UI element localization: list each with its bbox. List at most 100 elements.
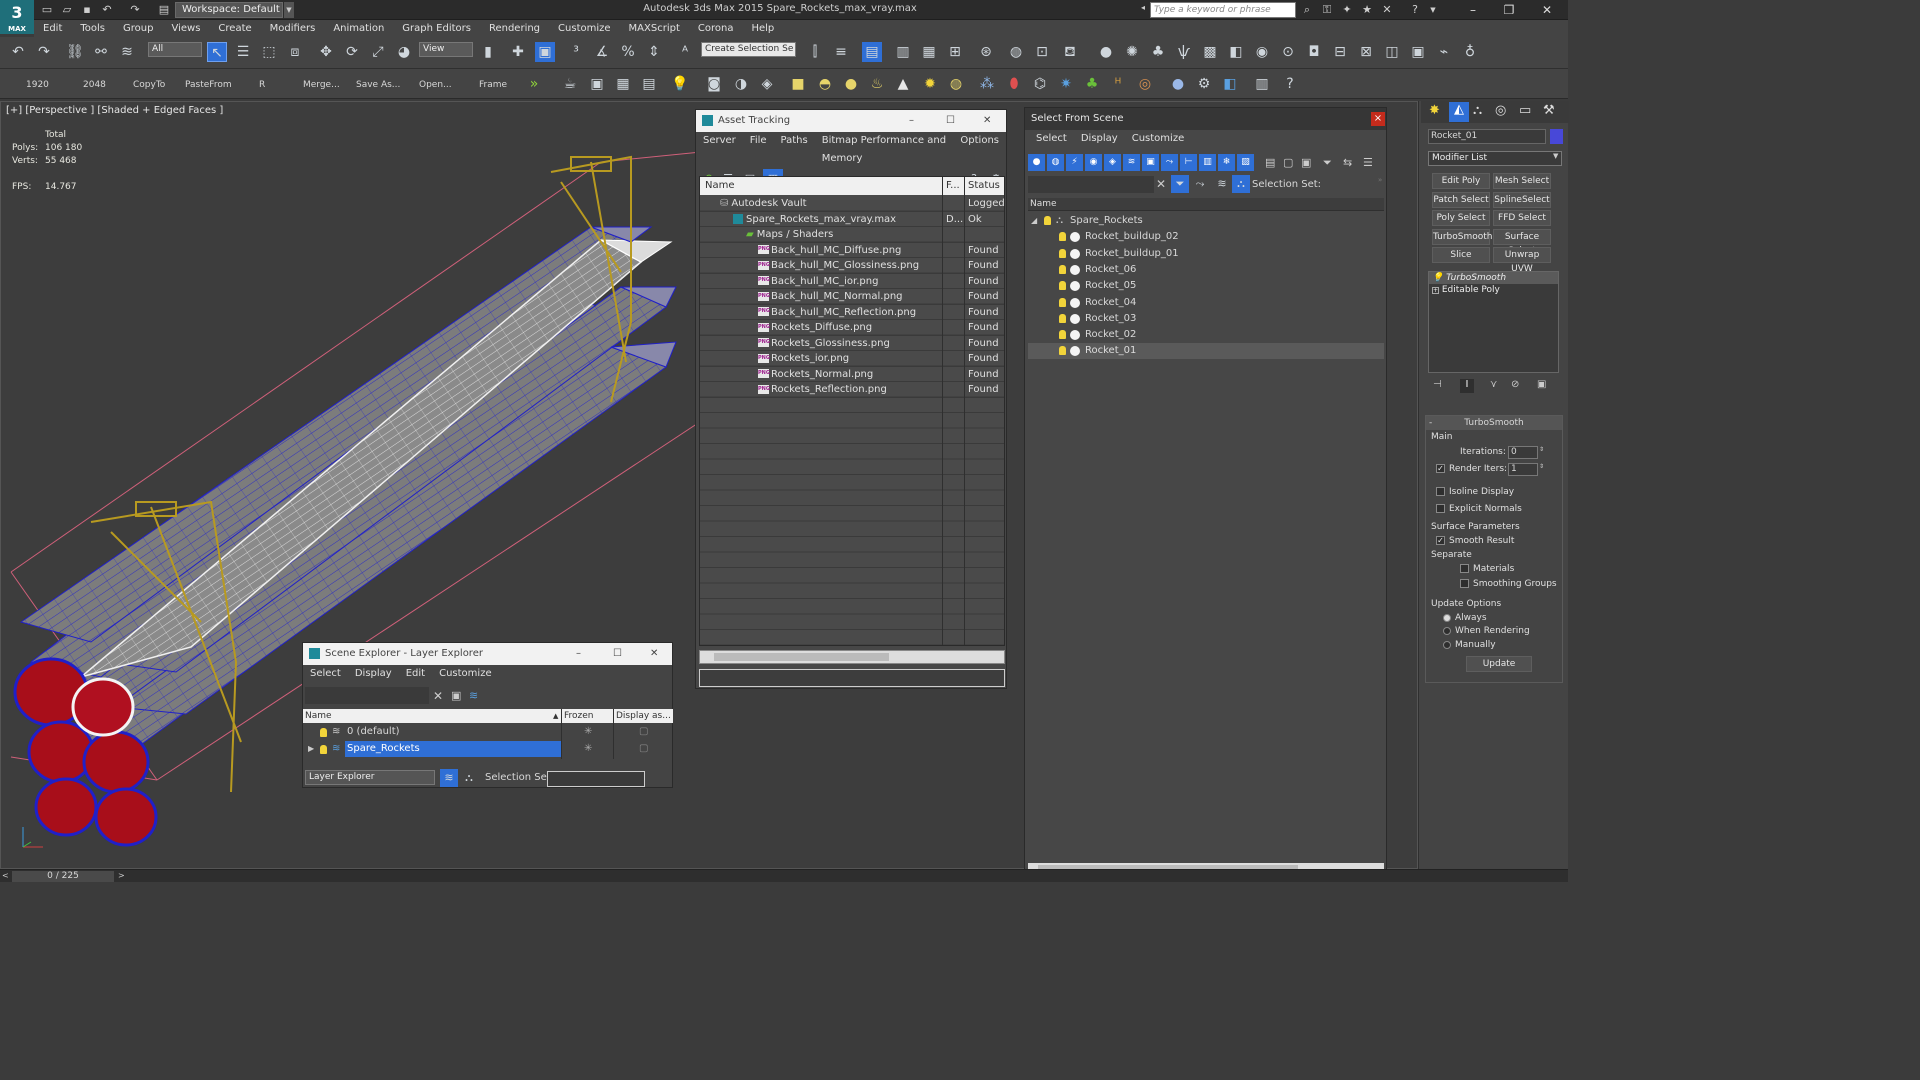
edit-named-selection-icon[interactable]: ᴬ (675, 42, 695, 62)
paste-from-button[interactable]: PasteFrom (185, 80, 232, 90)
iterations-spinner-arrows-icon[interactable]: ⇕ (1539, 446, 1544, 453)
hair-fur-icon[interactable]: ᴴ (1108, 74, 1128, 94)
asset-close-button[interactable]: ✕ (983, 110, 991, 132)
modifier-list-dropdown[interactable]: Modifier List (1428, 151, 1562, 166)
scene-tree-row[interactable]: Rocket_buildup_02 (1028, 229, 1384, 245)
vray-plane-icon[interactable]: ◧ (1226, 42, 1246, 62)
asset-path-field[interactable] (699, 669, 1005, 687)
modifier-button-ffd-select[interactable]: FFD Select (1493, 210, 1551, 226)
asset-row[interactable]: PNGBack_hull_MC_Glossiness.png Found (700, 258, 1004, 274)
filter-cameras-icon[interactable]: ◉ (1085, 154, 1102, 171)
keyboard-shortcut-override-icon[interactable]: ▣ (535, 42, 555, 62)
curve-editor-icon[interactable]: ⊞ (945, 42, 965, 62)
communication-icon[interactable]: ✦ (1340, 3, 1354, 17)
copy-to-button[interactable]: CopyTo (133, 80, 165, 90)
render-iters-checkbox[interactable]: ✓ (1436, 464, 1445, 473)
spinner-snap-icon[interactable]: ⇕ (644, 42, 664, 62)
vray-mesh-export-icon[interactable]: ⊟ (1330, 42, 1350, 62)
stack-item-editable-poly[interactable]: + Editable Poly (1429, 284, 1558, 296)
scene-tree-row[interactable]: Rocket_01 (1028, 343, 1384, 360)
render-iters-spinner-arrows-icon[interactable]: ⇕ (1539, 463, 1544, 470)
scene-search-input[interactable] (305, 687, 429, 704)
material-editor-icon[interactable]: ◍ (1006, 42, 1026, 62)
visibility-bulb-icon[interactable] (1044, 216, 1051, 225)
menu-tools[interactable]: Tools (71, 20, 114, 37)
modifier-button-patch-select[interactable]: Patch Select (1432, 191, 1490, 208)
layer-column-display[interactable]: Display as... (616, 709, 671, 723)
snapshot-icon[interactable]: ◙ (704, 74, 724, 94)
layer-visibility-bulb-icon[interactable] (320, 728, 327, 737)
sort-up-icon[interactable]: ▲ (553, 709, 558, 723)
viewport-label[interactable]: [+] [Perspective ] [Shaded + Edged Faces… (6, 105, 223, 116)
maximize-button[interactable]: ❐ (1494, 1, 1524, 19)
filter-bones-icon[interactable]: ⊢ (1180, 154, 1197, 171)
filter-lights-icon[interactable]: ⚡ (1066, 154, 1083, 171)
key-icon[interactable]: ⚿ (1320, 3, 1334, 17)
asset-menu-bitmap-performance[interactable]: Bitmap Performance and Memory (815, 132, 954, 168)
scene-tree-row[interactable]: Rocket_06 (1028, 262, 1384, 278)
close-button[interactable]: ✕ (1532, 1, 1562, 19)
options-icon[interactable]: ☰ (1363, 156, 1373, 169)
vray-light-icon[interactable]: ● (1096, 42, 1116, 62)
material-sphere-icon[interactable]: ● (1168, 74, 1188, 94)
freeze-icon[interactable]: ✳ (584, 741, 592, 757)
asset-row[interactable]: PNGRockets_Glossiness.png Found (700, 336, 1004, 351)
display-as-box-icon[interactable]: ▢ (639, 741, 648, 757)
layer-column-frozen[interactable]: Frozen (564, 709, 594, 723)
app-logo[interactable]: 3 MAX (0, 0, 34, 34)
menu-customize[interactable]: Customize (549, 20, 620, 37)
asset-row[interactable]: ⛁ Autodesk Vault Logged (700, 196, 1004, 212)
scene-menu-select[interactable]: Select (303, 665, 348, 683)
sync-selection-icon[interactable]: ⇆ (1343, 156, 1352, 169)
menu-maxscript[interactable]: MAXScript (620, 20, 689, 37)
select-manipulate-icon[interactable]: ✚ (508, 42, 528, 62)
menu-animation[interactable]: Animation (324, 20, 393, 37)
script-help-icon[interactable]: ? (1280, 74, 1300, 94)
menu-help[interactable]: Help (742, 20, 783, 37)
search-input[interactable]: Type a keyword or phrase (1150, 2, 1296, 18)
scene-tree-row[interactable]: Rocket_03 (1028, 311, 1384, 327)
bind-space-warp-icon[interactable]: ≋ (117, 42, 137, 62)
asset-row[interactable]: PNGBack_hull_MC_ior.png Found (700, 274, 1004, 289)
configure-sets-icon[interactable]: ▣ (1537, 379, 1546, 390)
invert-selection-icon[interactable]: ▣ (1301, 156, 1311, 169)
select-all-icon[interactable]: ▤ (1265, 156, 1275, 169)
light-tool-icon[interactable]: 💡 (670, 74, 690, 94)
scene-maximize-button[interactable]: ☐ (613, 643, 622, 665)
rollout-collapse-icon[interactable]: - (1429, 416, 1432, 430)
cone-icon[interactable]: ▲ (893, 74, 913, 94)
select-by-name-icon[interactable]: ☰ (233, 42, 253, 62)
menu-group[interactable]: Group (114, 20, 162, 37)
sun-icon[interactable]: ✹ (920, 74, 940, 94)
selection-filter-dropdown[interactable]: All (148, 42, 202, 57)
column-status[interactable]: Status (968, 177, 1000, 195)
orb-icon[interactable]: ◍ (946, 74, 966, 94)
modify-tab-icon[interactable]: ◭ (1449, 102, 1469, 122)
object-name-field[interactable]: Rocket_01 (1428, 129, 1546, 144)
vray-dome-icon[interactable]: ◘ (1304, 42, 1324, 62)
align-icon[interactable]: ≡ (831, 42, 851, 62)
vray-camera-icon[interactable]: ⊙ (1278, 42, 1298, 62)
display-as-box-icon[interactable]: ▢ (639, 724, 648, 740)
render-setup2-icon[interactable]: ⚙ (1194, 74, 1214, 94)
vray-light-lister-icon[interactable]: ♁ (1460, 42, 1480, 62)
modifier-button-splineselect[interactable]: SplineSelect (1493, 191, 1551, 208)
plant-icon[interactable]: ♣ (1082, 74, 1102, 94)
column-name[interactable]: Name (705, 177, 735, 195)
visibility-bulb-icon[interactable] (1059, 232, 1066, 242)
redo-icon[interactable]: ↷ (34, 42, 54, 62)
rollout-header[interactable]: - TurboSmooth (1426, 416, 1562, 430)
placement-icon[interactable]: ◕ (394, 42, 414, 62)
move-icon[interactable]: ✥ (316, 42, 336, 62)
hierarchy-tab-icon[interactable]: ⛬ (1473, 103, 1482, 118)
helper-icon[interactable]: ⌬ (1030, 74, 1050, 94)
texture-tool-icon[interactable]: ◈ (757, 74, 777, 94)
minimize-button[interactable]: – (1458, 1, 1488, 19)
layer-visibility-bulb-icon[interactable] (320, 745, 327, 754)
sfs-expand-icon[interactable]: » (1378, 176, 1382, 184)
asset-menu-paths[interactable]: Paths (774, 132, 815, 168)
column-full-path[interactable]: F... (946, 177, 960, 195)
rotate-icon[interactable]: ⟳ (342, 42, 362, 62)
time-slider[interactable]: < 0 / 225 > (0, 869, 1568, 882)
layer-manager-icon[interactable]: ▥ (893, 42, 913, 62)
